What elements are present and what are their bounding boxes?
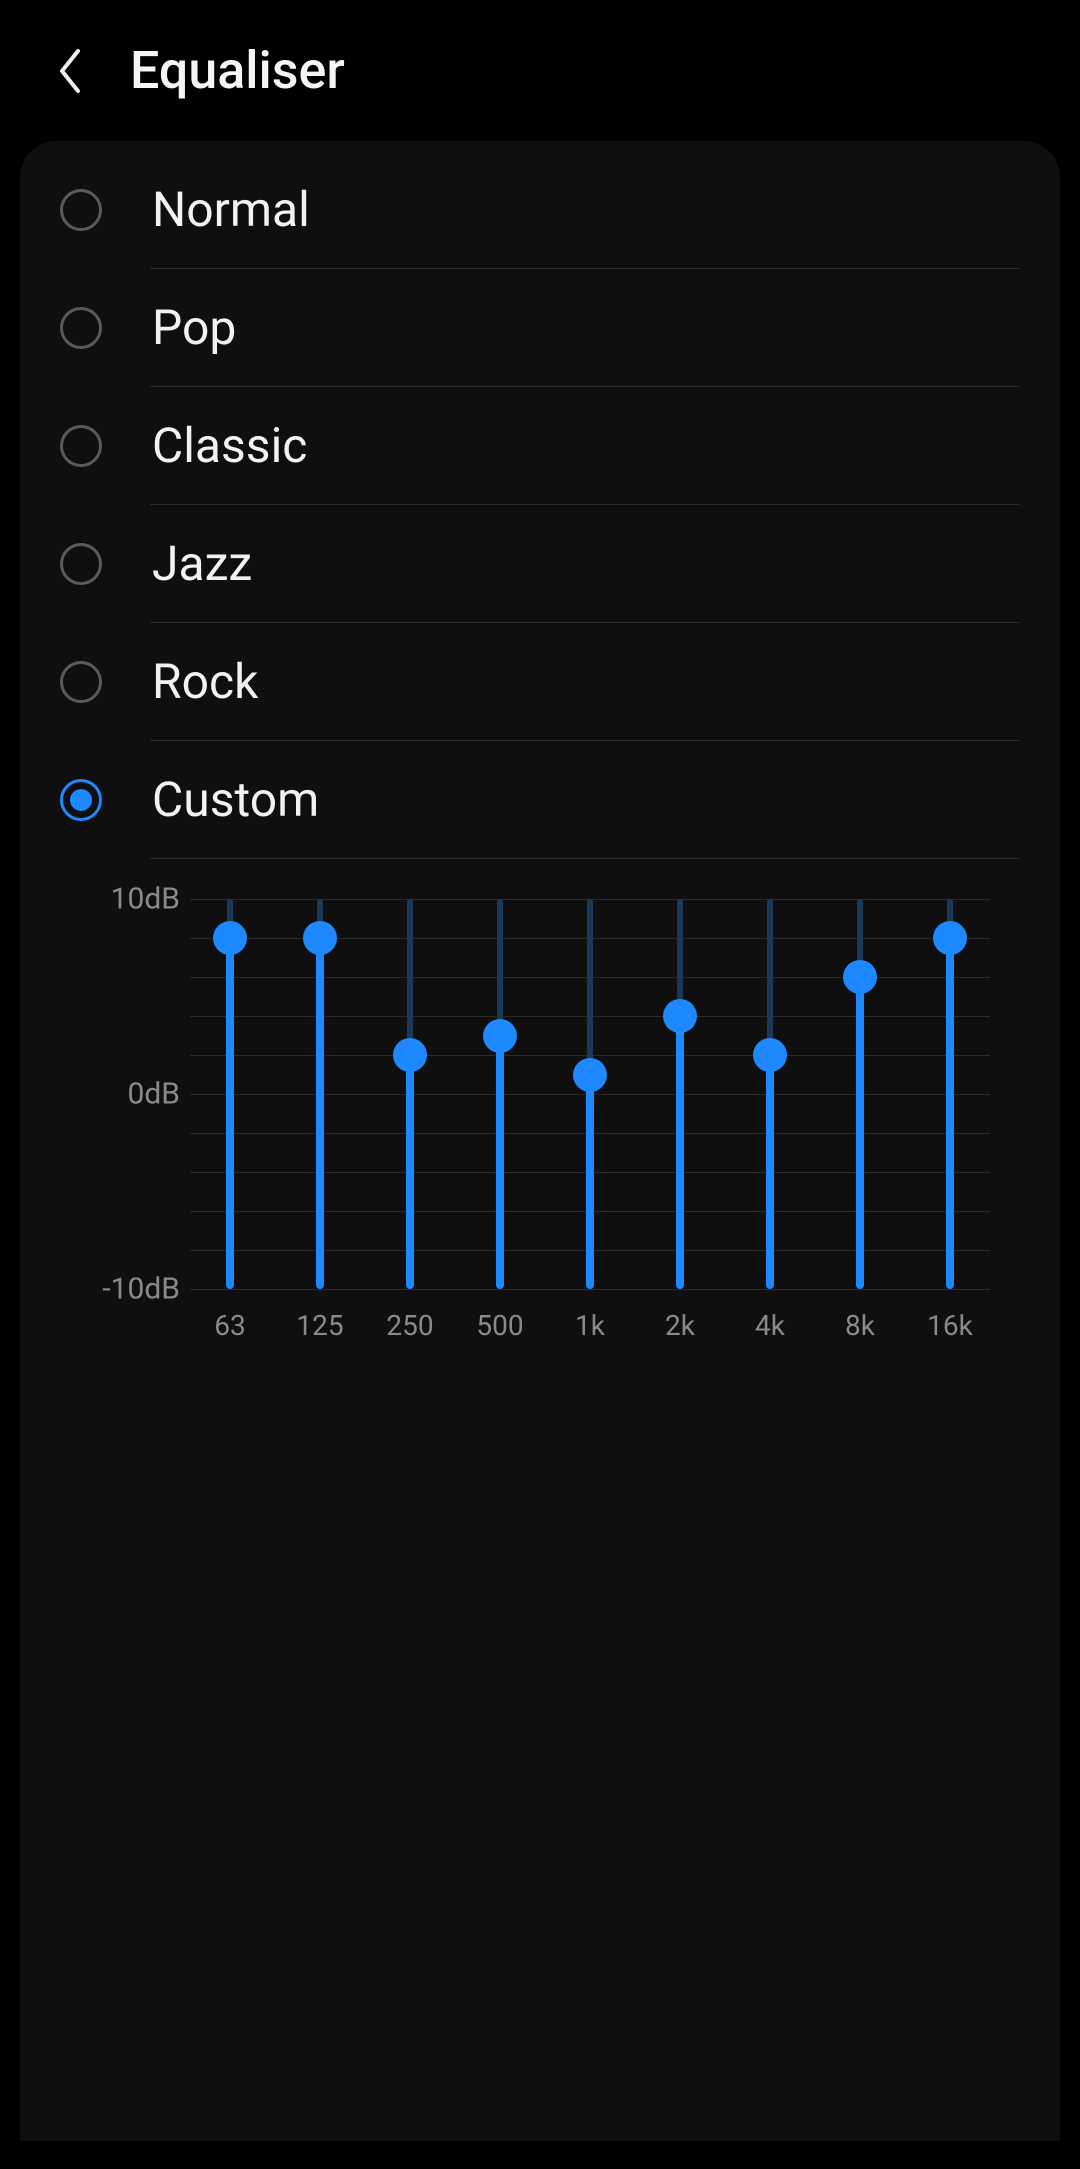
preset-row-rock[interactable]: Rock	[20, 623, 1060, 740]
eq-slider-16k[interactable]	[925, 899, 975, 1289]
slider-fill	[586, 1075, 594, 1290]
y-tick-label: -10dB	[102, 1272, 180, 1307]
settings-card: NormalPopClassicJazzRockCustom 10dB0dB-1…	[20, 141, 1060, 2141]
eq-slider-125[interactable]	[295, 899, 345, 1289]
slider-fill	[496, 1036, 504, 1290]
x-tick-label: 500	[475, 1309, 525, 1342]
slider-fill	[316, 938, 324, 1289]
x-tick-label: 8k	[835, 1309, 885, 1342]
x-tick-label: 125	[295, 1309, 345, 1342]
preset-row-custom[interactable]: Custom	[20, 741, 1060, 858]
eq-slider-63[interactable]	[205, 899, 255, 1289]
x-tick-label: 1k	[565, 1309, 615, 1342]
slider-thumb[interactable]	[933, 921, 967, 955]
preset-row-normal[interactable]: Normal	[20, 151, 1060, 268]
radio-custom[interactable]	[60, 779, 102, 821]
slider-thumb[interactable]	[213, 921, 247, 955]
preset-row-classic[interactable]: Classic	[20, 387, 1060, 504]
slider-fill	[406, 1055, 414, 1289]
sliders-row	[190, 899, 990, 1289]
slider-fill	[946, 938, 954, 1289]
back-icon[interactable]	[50, 51, 90, 91]
preset-label: Classic	[152, 417, 1060, 474]
slider-fill	[766, 1055, 774, 1289]
y-tick-label: 10dB	[111, 882, 180, 917]
slider-fill	[676, 1016, 684, 1289]
preset-label: Normal	[152, 181, 1060, 238]
eq-slider-8k[interactable]	[835, 899, 885, 1289]
radio-classic[interactable]	[60, 425, 102, 467]
x-axis-labels: 63 125 250 500 1k 2k 4k 8k 16k	[190, 1289, 990, 1342]
slider-thumb[interactable]	[663, 999, 697, 1033]
slider-thumb[interactable]	[483, 1019, 517, 1053]
radio-jazz[interactable]	[60, 543, 102, 585]
eq-slider-250[interactable]	[385, 899, 435, 1289]
chart-area	[190, 899, 990, 1289]
slider-thumb[interactable]	[393, 1038, 427, 1072]
eq-slider-500[interactable]	[475, 899, 525, 1289]
radio-rock[interactable]	[60, 661, 102, 703]
eq-slider-4k[interactable]	[745, 899, 795, 1289]
x-tick-label: 16k	[925, 1309, 975, 1342]
header: Equaliser	[0, 0, 1080, 141]
x-tick-label: 63	[205, 1309, 255, 1342]
y-tick-label: 0dB	[128, 1077, 180, 1112]
slider-thumb[interactable]	[753, 1038, 787, 1072]
preset-label: Jazz	[152, 535, 1060, 592]
preset-row-pop[interactable]: Pop	[20, 269, 1060, 386]
radio-normal[interactable]	[60, 189, 102, 231]
slider-fill	[856, 977, 864, 1289]
gridline	[190, 1289, 990, 1290]
page-title: Equaliser	[130, 40, 345, 101]
equaliser-chart: 10dB0dB-10dB 63 125 250 500 1k 2k 4k 8k 16k	[20, 899, 1060, 1342]
preset-list: Normal Pop Classic Jazz Rock Custom	[20, 151, 1060, 859]
x-tick-label: 4k	[745, 1309, 795, 1342]
preset-label: Pop	[152, 299, 1060, 356]
x-tick-label: 2k	[655, 1309, 705, 1342]
slider-thumb[interactable]	[303, 921, 337, 955]
preset-label: Custom	[152, 771, 1060, 828]
radio-pop[interactable]	[60, 307, 102, 349]
slider-fill	[226, 938, 234, 1289]
slider-thumb[interactable]	[843, 960, 877, 994]
divider	[20, 858, 1060, 859]
preset-row-jazz[interactable]: Jazz	[20, 505, 1060, 622]
x-tick-label: 250	[385, 1309, 435, 1342]
eq-slider-2k[interactable]	[655, 899, 705, 1289]
eq-slider-1k[interactable]	[565, 899, 615, 1289]
slider-thumb[interactable]	[573, 1058, 607, 1092]
preset-label: Rock	[152, 653, 1060, 710]
y-axis-labels: 10dB0dB-10dB	[70, 899, 180, 1289]
